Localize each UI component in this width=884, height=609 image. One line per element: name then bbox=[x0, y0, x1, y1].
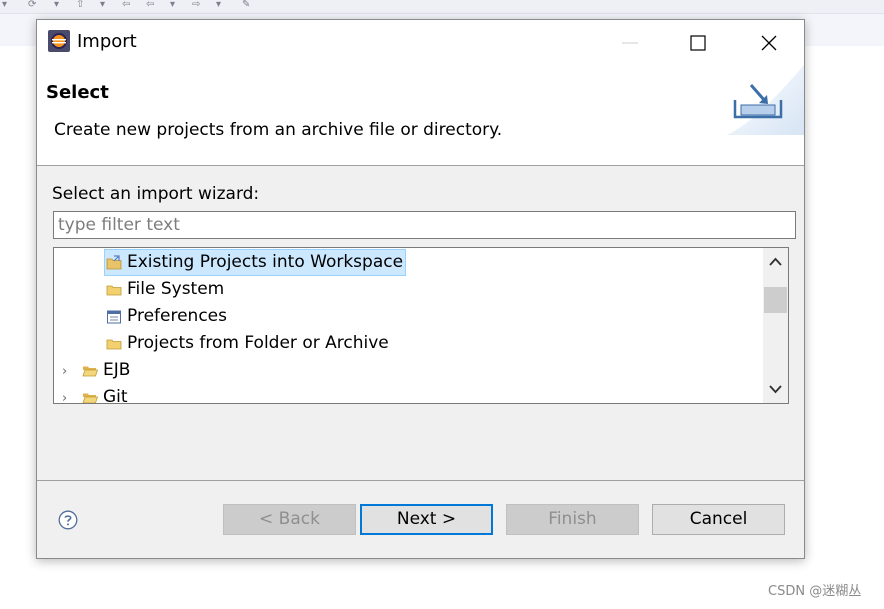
watermark: CSDN @迷糊丛 bbox=[768, 584, 862, 599]
toolbar-up-icon[interactable]: ⇧ bbox=[76, 0, 84, 12]
dialog-title: Import bbox=[77, 31, 137, 52]
folder-open-icon bbox=[82, 390, 98, 404]
toolbar-dropdown-icon[interactable]: ▾ bbox=[2, 0, 7, 12]
toolbar-refresh-icon[interactable]: ⟳ bbox=[28, 0, 36, 12]
tree-item-label: Projects from Folder or Archive bbox=[127, 333, 389, 353]
chevron-up-icon bbox=[769, 257, 782, 266]
minimize-button[interactable] bbox=[603, 20, 657, 65]
close-button[interactable] bbox=[742, 20, 796, 65]
expand-chevron-icon[interactable]: › bbox=[62, 391, 72, 403]
back-button[interactable]: < Back bbox=[223, 504, 356, 535]
cancel-button[interactable]: Cancel bbox=[652, 504, 785, 535]
tree-item-projects-from-folder[interactable]: Projects from Folder or Archive bbox=[106, 330, 389, 357]
tree-item-label: Existing Projects into Workspace bbox=[127, 252, 404, 272]
eclipse-icon bbox=[48, 30, 70, 52]
banner-title: Select bbox=[46, 82, 109, 103]
tree-item-label: EJB bbox=[103, 360, 131, 380]
maximize-icon bbox=[690, 35, 706, 51]
chevron-down-icon bbox=[769, 385, 782, 394]
import-wizard-icon bbox=[727, 65, 804, 135]
finish-button[interactable]: Finish bbox=[506, 504, 639, 535]
tree-item-existing-projects[interactable]: Existing Projects into Workspace bbox=[104, 249, 407, 276]
toolbar-forward-icon[interactable]: ⇨ bbox=[192, 0, 200, 12]
tree-item-ejb[interactable]: EJB bbox=[82, 357, 130, 384]
banner-description: Create new projects from an archive file… bbox=[54, 120, 503, 140]
tree-item-label: Preferences bbox=[127, 306, 227, 326]
toolbar-dropdown-icon[interactable]: ▾ bbox=[216, 0, 221, 12]
wizard-prompt: Select an import wizard: bbox=[52, 184, 260, 204]
minimize-icon bbox=[622, 42, 638, 44]
import-dialog: Import Select Create new projects from a… bbox=[36, 19, 805, 559]
wizard-tree: Existing Projects into Workspace File Sy… bbox=[53, 247, 789, 404]
footer-divider bbox=[37, 480, 804, 481]
tree-item-file-system[interactable]: File System bbox=[106, 276, 224, 303]
close-icon bbox=[761, 35, 777, 51]
scroll-down-button[interactable] bbox=[763, 376, 788, 403]
maximize-button[interactable] bbox=[671, 20, 725, 65]
tree-scrollbar[interactable] bbox=[763, 248, 788, 403]
import-project-icon bbox=[106, 254, 122, 271]
tree-item-git[interactable]: Git bbox=[82, 384, 128, 404]
expand-chevron-icon[interactable]: › bbox=[62, 364, 72, 379]
ide-toolbar: ▾ ⟳ ▾ ⇧ ▾ ⇦ ⇦ ▾ ⇨ ▾ ✎ bbox=[0, 0, 884, 14]
wizard-banner: Select Create new projects from an archi… bbox=[37, 65, 804, 166]
folder-icon bbox=[106, 282, 122, 298]
toolbar-back-icon[interactable]: ⇦ bbox=[122, 0, 130, 12]
next-button[interactable]: Next > bbox=[360, 504, 493, 535]
help-icon bbox=[58, 510, 78, 530]
help-button[interactable] bbox=[58, 510, 78, 530]
title-bar: Import bbox=[37, 20, 804, 65]
toolbar-back-icon[interactable]: ⇦ bbox=[146, 0, 154, 12]
tree-item-preferences[interactable]: Preferences bbox=[106, 303, 227, 330]
tree-item-label: Git bbox=[103, 387, 128, 404]
toolbar-dropdown-icon[interactable]: ▾ bbox=[100, 0, 105, 12]
folder-open-icon bbox=[82, 363, 98, 379]
folder-icon bbox=[106, 336, 122, 352]
toolbar-edit-icon[interactable]: ✎ bbox=[242, 0, 250, 12]
toolbar-dropdown-icon[interactable]: ▾ bbox=[170, 0, 175, 12]
scroll-up-button[interactable] bbox=[763, 248, 788, 275]
toolbar-dropdown-icon[interactable]: ▾ bbox=[54, 0, 59, 12]
tree-item-label: File System bbox=[127, 279, 225, 299]
preferences-icon bbox=[106, 309, 122, 325]
filter-input[interactable] bbox=[53, 211, 796, 239]
scroll-thumb[interactable] bbox=[764, 287, 787, 313]
